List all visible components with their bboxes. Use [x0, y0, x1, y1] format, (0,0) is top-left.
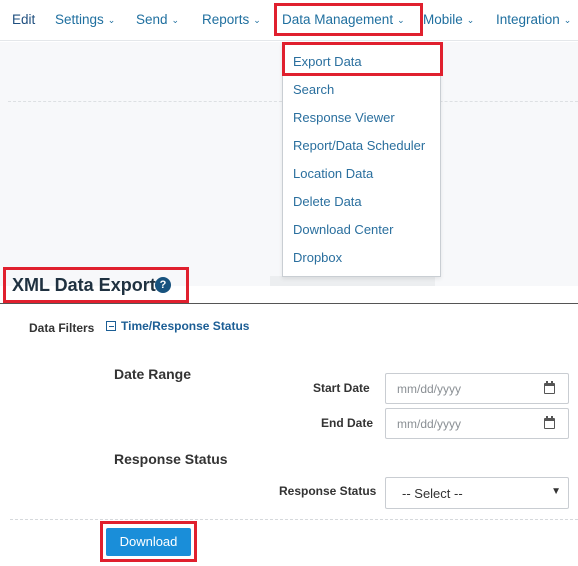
nav-send-label: Send [136, 12, 168, 27]
nav-edit-label: Edit [12, 12, 36, 27]
data-filters-label: Data Filters [29, 321, 95, 335]
highlight-download-button [100, 521, 197, 562]
nav-integration-label: Integration [496, 12, 560, 27]
nav-settings-label: Settings [55, 12, 104, 27]
toggle-label: Time/Response Status [121, 319, 250, 333]
start-date-input[interactable]: mm/dd/yyyy [385, 373, 569, 404]
highlight-export-data [282, 42, 443, 76]
end-date-label: End Date [321, 416, 374, 430]
chevron-down-icon: ⌄ [107, 15, 116, 25]
menu-item-report-data-scheduler[interactable]: Report/Data Scheduler [293, 138, 425, 153]
end-date-placeholder: mm/dd/yyyy [397, 417, 462, 431]
chevron-down-icon: ⌄ [171, 15, 180, 25]
highlight-page-title [3, 267, 189, 303]
menu-item-delete-data[interactable]: Delete Data [293, 194, 362, 209]
response-status-value: -- Select -- [402, 486, 463, 501]
data-management-menu: Export Data Search Response Viewer Repor… [282, 43, 441, 277]
response-status-select[interactable]: -- Select -- ▼ [385, 477, 569, 509]
highlight-nav-data-management [274, 3, 423, 36]
nav-settings[interactable]: Settings ⌄ [55, 12, 115, 30]
start-date-placeholder: mm/dd/yyyy [397, 382, 462, 396]
menu-item-response-viewer[interactable]: Response Viewer [293, 110, 395, 125]
content-strip [270, 276, 435, 286]
nav-reports[interactable]: Reports ⌄ [202, 12, 261, 30]
menu-item-download-center[interactable]: Download Center [293, 222, 393, 237]
chevron-down-icon: ⌄ [563, 15, 572, 25]
menu-item-search[interactable]: Search [293, 82, 334, 97]
nav-integration[interactable]: Integration ⌄ [496, 12, 571, 30]
start-date-label: Start Date [313, 381, 370, 395]
time-response-status-toggle[interactable]: Time/Response Status [106, 319, 249, 333]
response-status-label: Response Status [279, 484, 377, 498]
end-date-input[interactable]: mm/dd/yyyy [385, 408, 569, 439]
bottom-divider [10, 519, 578, 520]
chevron-down-icon: ⌄ [253, 15, 261, 25]
caret-down-icon: ▼ [551, 486, 561, 497]
date-range-heading: Date Range [114, 366, 192, 382]
nav-mobile-label: Mobile [423, 12, 463, 27]
menu-item-location-data[interactable]: Location Data [293, 166, 373, 181]
menu-item-dropbox[interactable]: Dropbox [293, 250, 342, 265]
nav-reports-label: Reports [202, 12, 250, 27]
calendar-icon[interactable] [544, 416, 555, 429]
nav-mobile[interactable]: Mobile ⌄ [423, 12, 474, 30]
response-status-heading: Response Status [114, 451, 228, 467]
calendar-icon[interactable] [544, 381, 555, 394]
title-divider [0, 303, 578, 304]
chevron-down-icon: ⌄ [466, 15, 475, 25]
nav-edit[interactable]: Edit [12, 12, 35, 30]
minus-square-icon [106, 321, 116, 331]
nav-send[interactable]: Send ⌄ [136, 12, 179, 30]
